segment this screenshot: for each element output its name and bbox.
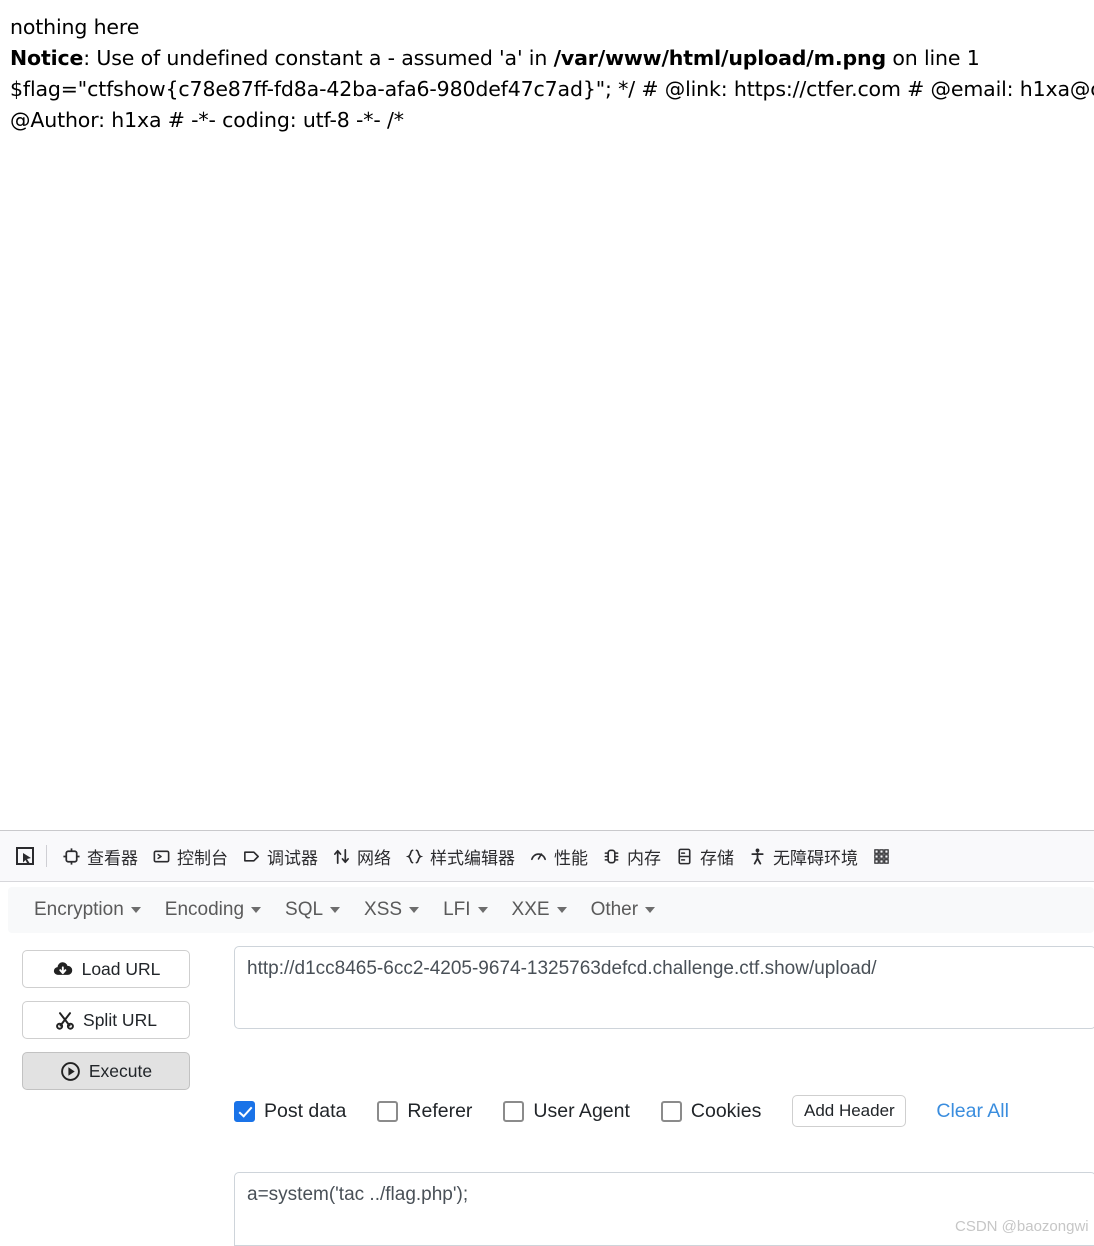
load-url-label: Load URL (81, 958, 161, 979)
url-input[interactable]: http://d1cc8465-6cc2-4205-9674-1325763de… (234, 946, 1094, 1029)
hackbar-options-row: Post data Referer User Agent Cookies Add… (234, 1094, 1094, 1128)
inspector-icon (62, 847, 81, 866)
page-text-line-notice: Notice: Use of undefined constant a - as… (10, 43, 1094, 74)
style-editor-icon (405, 847, 424, 866)
page-text-line-flag: $flag="ctfshow{c78e87ff-fd8a-42ba-afa6-9… (10, 77, 1094, 101)
devtools-tab-style-editor[interactable]: 样式编辑器 (398, 840, 522, 873)
play-circle-icon (60, 1061, 81, 1082)
devtools-tab-label: 控制台 (177, 848, 228, 869)
hackbar-menu-xxe[interactable]: XXE (500, 895, 579, 925)
devtools-tab-label: 网络 (357, 848, 391, 869)
page-text-line-author: @Author: h1xa # -*- coding: utf-8 -*- /* (10, 108, 404, 132)
hackbar-menu-label: Other (590, 899, 639, 920)
network-icon (332, 847, 351, 866)
console-icon (152, 847, 171, 866)
notice-file-path: /var/www/html/upload/m.png (553, 46, 887, 70)
browser-page-content: nothing here Notice: Use of undefined co… (0, 0, 1094, 818)
memory-icon (602, 847, 621, 866)
chevron-down-icon (130, 907, 141, 913)
devtools-toolbar: 查看器 控制台 调试器 网络 样式编辑器 性能 内存 存储 无障碍环境 (0, 830, 1094, 882)
hackbar-menu-label: XXE (511, 899, 550, 920)
scissors-icon (55, 1010, 75, 1030)
option-post-data[interactable]: Post data (234, 1100, 346, 1123)
execute-button[interactable]: Execute (22, 1052, 190, 1090)
hackbar-menu-label: LFI (443, 899, 471, 920)
hackbar-menu-bar: Encryption Encoding SQL XSS LFI XXE Othe… (8, 887, 1094, 933)
hackbar-menu-label: XSS (364, 899, 403, 920)
devtools-tab-label: 调试器 (267, 848, 318, 869)
storage-icon (675, 847, 694, 866)
devtools-tab-performance[interactable]: 性能 (522, 840, 595, 873)
split-url-label: Split URL (83, 1009, 157, 1030)
load-url-button[interactable]: Load URL (22, 950, 190, 988)
chevron-down-icon (251, 907, 262, 913)
devtools-tab-debugger[interactable]: 调试器 (235, 840, 325, 873)
option-user-agent[interactable]: User Agent (503, 1099, 630, 1123)
hackbar-menu-encryption[interactable]: Encryption (22, 895, 153, 925)
devtools-tab-inspector[interactable]: 查看器 (55, 840, 145, 873)
devtools-tab-storage[interactable]: 存储 (668, 840, 741, 873)
devtools-tab-label: 存储 (700, 848, 734, 869)
chevron-down-icon (330, 907, 341, 913)
split-url-button[interactable]: Split URL (22, 1001, 190, 1039)
performance-icon (529, 847, 548, 866)
user-agent-checkbox[interactable] (503, 1100, 525, 1122)
cookies-checkbox[interactable] (660, 1100, 682, 1122)
chevron-down-icon (477, 907, 488, 913)
hackbar-menu-lfi[interactable]: LFI (431, 895, 499, 925)
post-data-checkbox[interactable] (234, 1100, 255, 1122)
hackbar-menu-encoding[interactable]: Encoding (153, 895, 273, 925)
hackbar-menu-other[interactable]: Other (579, 895, 668, 925)
hackbar-menu-label: SQL (285, 899, 324, 920)
devtools-tab-label: 无障碍环境 (773, 848, 858, 869)
debugger-icon (242, 847, 261, 866)
notice-text-part2: on line 1 (885, 46, 980, 70)
hackbar-menu-sql[interactable]: SQL (273, 895, 352, 925)
chevron-down-icon (645, 907, 656, 913)
devtools-tab-console[interactable]: 控制台 (145, 840, 235, 873)
notice-label: Notice (10, 46, 84, 70)
cloud-download-icon (52, 960, 74, 978)
referer-checkbox[interactable] (377, 1100, 399, 1122)
devtools-tab-label: 性能 (554, 848, 588, 869)
devtools-tab-label: 样式编辑器 (430, 848, 515, 869)
chevron-down-icon (409, 907, 420, 913)
page-text-line-nothing-here: nothing here (10, 15, 140, 39)
post-data-label: Post data (264, 1099, 347, 1122)
hackbar-action-buttons: Load URL Split URL Execute (22, 950, 192, 1103)
option-referer[interactable]: Referer (377, 1100, 472, 1123)
accessibility-icon (748, 847, 767, 866)
user-agent-label: User Agent (533, 1099, 630, 1122)
devtools-tab-application[interactable] (865, 843, 904, 870)
chevron-down-icon (556, 907, 567, 913)
devtools-tab-network[interactable]: 网络 (325, 840, 398, 873)
cookies-label: Cookies (690, 1099, 762, 1122)
add-header-button[interactable]: Add Header (792, 1095, 907, 1127)
clear-all-link[interactable]: Clear All (936, 1100, 1009, 1123)
hackbar-menu-label: Encryption (34, 899, 124, 920)
execute-label: Execute (88, 1060, 153, 1081)
element-picker-icon (14, 845, 36, 867)
application-grid-icon (872, 847, 891, 866)
notice-text-part1: : Use of undefined constant a - assumed … (83, 46, 554, 70)
option-cookies[interactable]: Cookies (660, 1099, 762, 1123)
watermark: CSDN @baozongwi (955, 1218, 1089, 1235)
hackbar-menu-xss[interactable]: XSS (352, 895, 431, 925)
devtools-tab-label: 查看器 (87, 848, 138, 869)
toolbar-divider (46, 845, 47, 867)
devtools-tab-label: 内存 (627, 848, 661, 869)
referer-label: Referer (407, 1099, 473, 1122)
hackbar-menu-label: Encoding (164, 899, 245, 920)
devtools-tab-memory[interactable]: 内存 (595, 840, 668, 873)
element-picker-button[interactable] (8, 839, 42, 873)
devtools-tab-accessibility[interactable]: 无障碍环境 (741, 840, 865, 873)
